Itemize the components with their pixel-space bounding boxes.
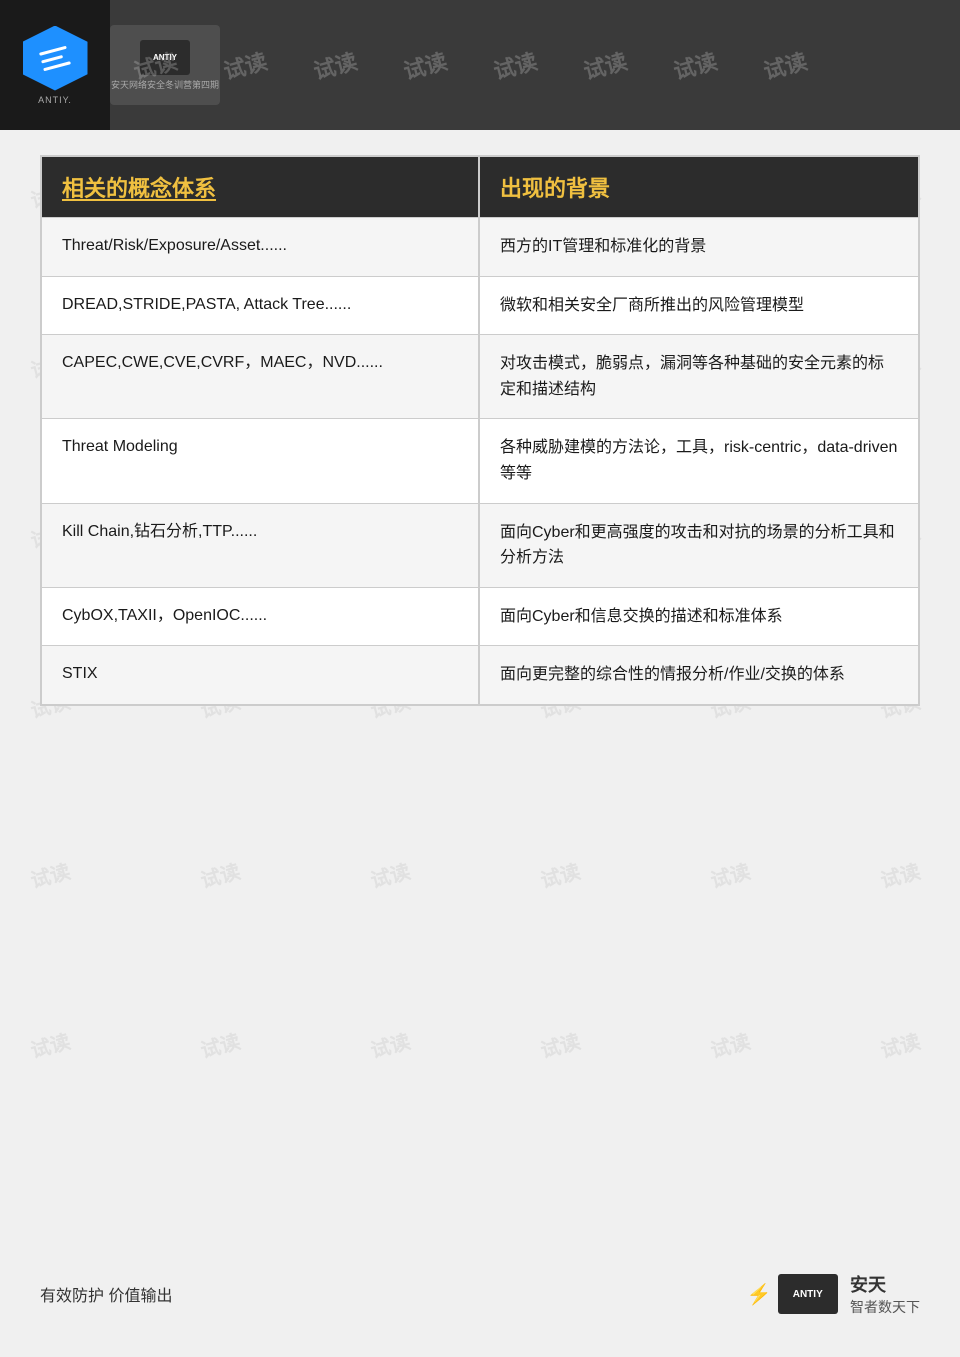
body-watermark-item: 试读: [537, 855, 583, 893]
td-right-6: 面向更完整的综合性的情报分析/作业/交换的体系: [480, 646, 918, 704]
table-row: STIX面向更完整的综合性的情报分析/作业/交换的体系: [42, 645, 918, 704]
table-row: DREAD,STRIDE,PASTA, Attack Tree......微软和…: [42, 276, 918, 335]
footer-brand-sub: 智者数天下: [850, 1297, 920, 1317]
table-body: Threat/Risk/Exposure/Asset......西方的IT管理和…: [42, 217, 918, 704]
header-watermark-item: 试读: [670, 44, 721, 86]
td-right-2: 对攻击模式，脆弱点，漏洞等各种基础的安全元素的标定和描述结构: [480, 335, 918, 418]
td-left-5: CybOX,TAXII，OpenIOC......: [42, 588, 480, 646]
td-left-0: Threat/Risk/Exposure/Asset......: [42, 218, 480, 276]
footer-left-text: 有效防护 价值输出: [40, 1282, 172, 1306]
table-row: CybOX,TAXII，OpenIOC......面向Cyber和信息交换的描述…: [42, 587, 918, 646]
footer-brand-main: 安天: [850, 1271, 886, 1297]
footer-logo-label: ANTIY: [793, 1289, 823, 1300]
body-watermark-item: 试读: [877, 1025, 923, 1063]
lightning-icon: ⚡: [747, 1282, 772, 1307]
body-watermark-item: 试读: [197, 1025, 243, 1063]
header-watermark-item: 试读: [760, 44, 811, 86]
body-watermark-item: 试读: [367, 1025, 413, 1063]
logo-hexagon: [23, 26, 88, 91]
body-watermark-item: 试读: [27, 1025, 73, 1063]
logo-line-1: [39, 45, 67, 55]
logo-area: ANTIY.: [0, 0, 110, 130]
header-watermarks: 试读试读试读试读试读试读试读试读: [110, 0, 830, 130]
footer: 有效防护 价值输出 ⚡ ANTIY | 安天 智者数天下: [40, 1271, 920, 1317]
header-watermark-item: 试读: [310, 44, 361, 86]
body-watermark-item: 试读: [367, 855, 413, 893]
td-left-2: CAPEC,CWE,CVE,CVRF，MAEC，NVD......: [42, 335, 480, 418]
table-row: Threat/Risk/Exposure/Asset......西方的IT管理和…: [42, 217, 918, 276]
footer-brand: 安天 智者数天下: [850, 1271, 920, 1317]
table-header: 相关的概念体系 出现的背景: [42, 157, 918, 217]
footer-right: ⚡ ANTIY | 安天 智者数天下: [747, 1271, 920, 1317]
body-watermark-item: 试读: [537, 1025, 583, 1063]
body-watermark-item: 试读: [197, 855, 243, 893]
header: ANTIY. 试读试读试读试读试读试读试读试读 ANTIY 安天网络安全冬训营第…: [0, 0, 960, 130]
td-left-6: STIX: [42, 646, 480, 704]
td-left-4: Kill Chain,钻石分析,TTP......: [42, 504, 480, 587]
footer-logo: ANTIY: [778, 1274, 838, 1314]
table-row: Kill Chain,钻石分析,TTP......面向Cyber和更高强度的攻击…: [42, 503, 918, 587]
col-right-header: 出现的背景: [480, 157, 918, 217]
header-watermark-item: 试读: [490, 44, 541, 86]
td-right-0: 西方的IT管理和标准化的背景: [480, 218, 918, 276]
data-table: 相关的概念体系 出现的背景 Threat/Risk/Exposure/Asset…: [40, 155, 920, 706]
logo-line-3: [43, 61, 71, 71]
body-watermark-item: 试读: [27, 855, 73, 893]
td-left-3: Threat Modeling: [42, 419, 480, 502]
header-watermark-item: 试读: [220, 44, 271, 86]
col-left-header: 相关的概念体系: [42, 157, 480, 217]
body-watermark-item: 试读: [707, 1025, 753, 1063]
body-watermark-item: 试读: [877, 855, 923, 893]
header-watermark-item: 试读: [130, 44, 181, 86]
table-row: CAPEC,CWE,CVE,CVRF，MAEC，NVD......对攻击模式，脆…: [42, 334, 918, 418]
header-watermark-item: 试读: [580, 44, 631, 86]
main-content: 相关的概念体系 出现的背景 Threat/Risk/Exposure/Asset…: [40, 155, 920, 706]
td-right-1: 微软和相关安全厂商所推出的风险管理模型: [480, 277, 918, 335]
td-right-5: 面向Cyber和信息交换的描述和标准体系: [480, 588, 918, 646]
td-right-4: 面向Cyber和更高强度的攻击和对抗的场景的分析工具和分析方法: [480, 504, 918, 587]
header-watermark-item: 试读: [400, 44, 451, 86]
logo-lines: [39, 45, 71, 71]
body-watermark-item: 试读: [707, 855, 753, 893]
table-row: Threat Modeling各种威胁建模的方法论，工具，risk-centri…: [42, 418, 918, 502]
td-left-1: DREAD,STRIDE,PASTA, Attack Tree......: [42, 277, 480, 335]
td-right-3: 各种威胁建模的方法论，工具，risk-centric，data-driven等等: [480, 419, 918, 502]
logo-line-2: [41, 54, 63, 63]
logo-text: ANTIY.: [38, 95, 72, 105]
